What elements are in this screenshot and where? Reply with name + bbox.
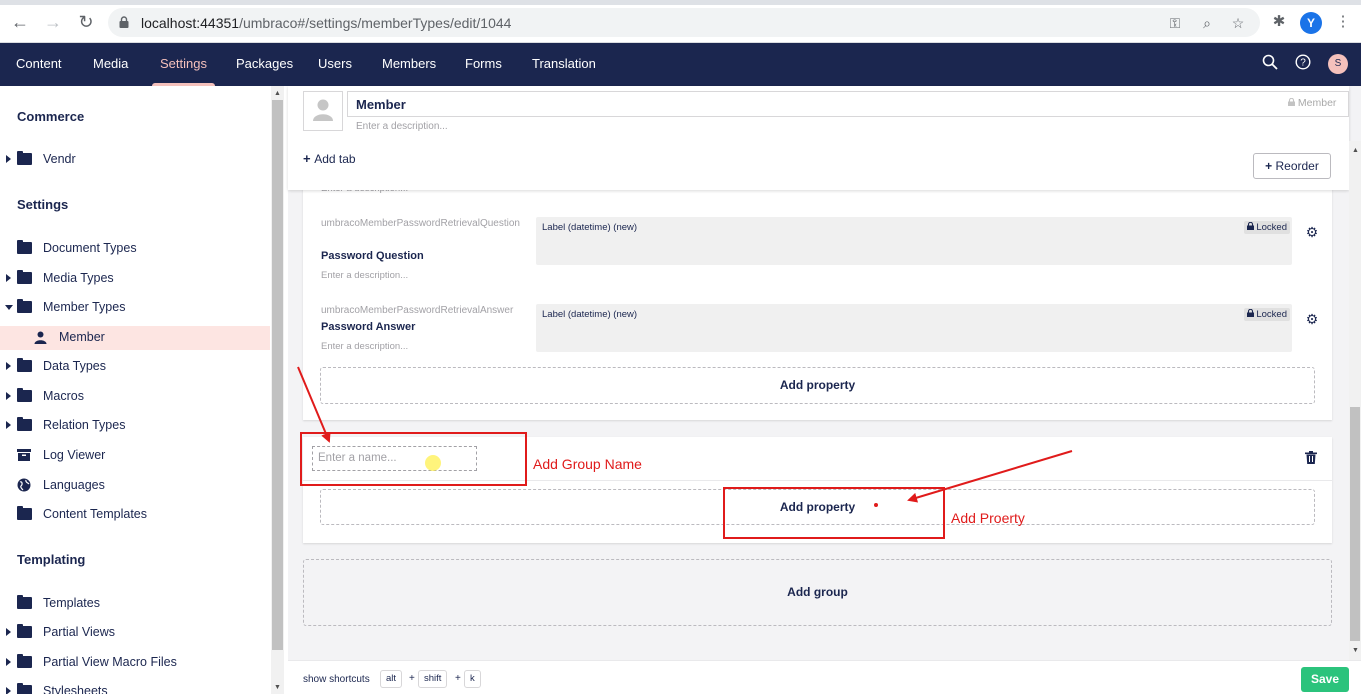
- click-marker: [874, 503, 878, 507]
- annotation-box-group-name: [300, 432, 527, 486]
- annotation-add-property: Add Proerty: [951, 510, 1025, 526]
- annotation-arrows: [297, 366, 1073, 503]
- annotation-group-name: Add Group Name: [533, 456, 642, 472]
- annotation-box-add-property: [723, 487, 945, 539]
- cursor-highlight: [425, 455, 441, 471]
